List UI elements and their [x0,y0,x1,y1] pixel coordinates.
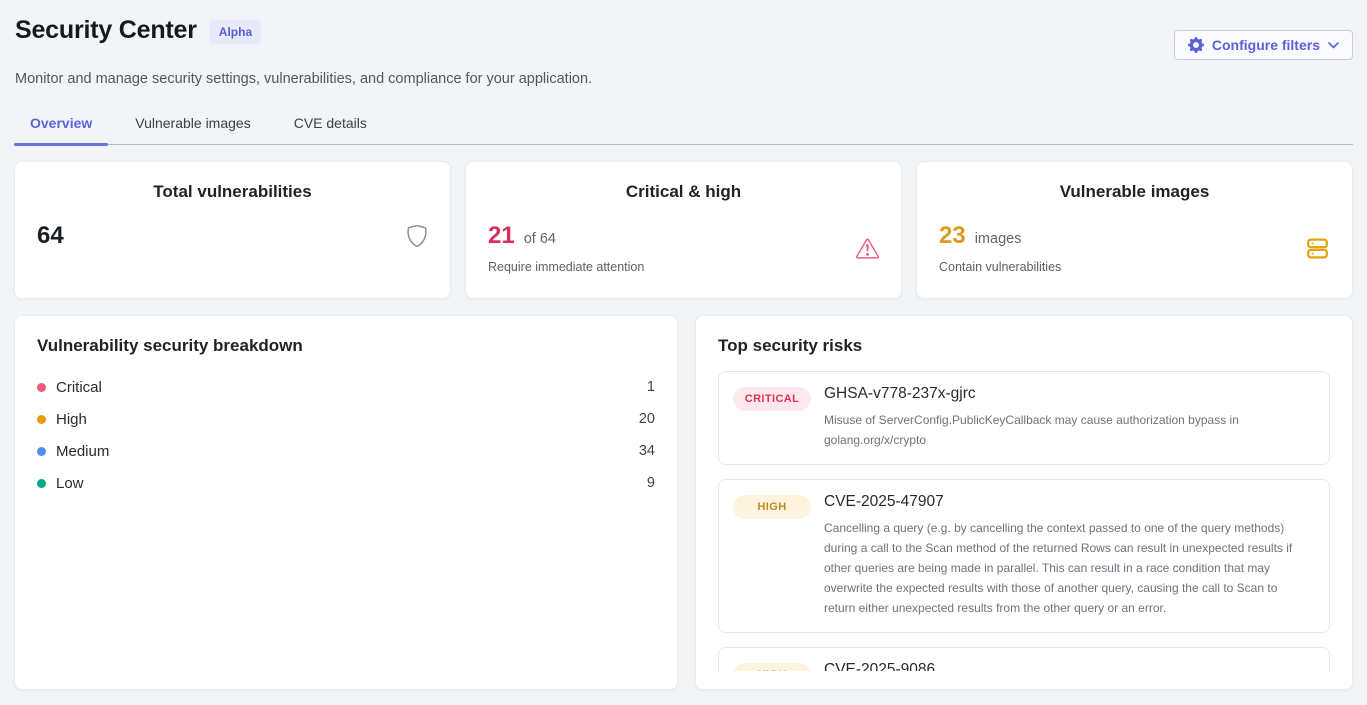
critical-high-subtext: Require immediate attention [488,260,644,274]
configure-filters-button[interactable]: Configure filters [1174,30,1353,60]
breakdown-value: 1 [647,379,655,395]
critical-high-suffix: of 64 [524,231,556,247]
stat-card-title: Critical & high [488,182,879,202]
vulnerable-images-subtext: Contain vulnerabilities [939,260,1061,274]
severity-badge-high: HIGH [733,663,811,671]
risk-id: GHSA-v778-237x-gjrc [824,385,1296,403]
severity-badge-high: HIGH [733,495,811,519]
risk-description: Misuse of ServerConfig.PublicKeyCallback… [824,410,1296,450]
breakdown-title: Vulnerability security breakdown [37,336,655,356]
shield-icon [406,225,428,247]
warning-triangle-icon [856,237,879,260]
stat-card-critical-high: Critical & high 21 of 64 Require immedia… [465,161,902,299]
vulnerability-breakdown-panel: Vulnerability security breakdown Critica… [14,315,678,690]
risk-list: CRITICAL GHSA-v778-237x-gjrc Misuse of S… [718,371,1330,671]
tab-bar: Overview Vulnerable images CVE details [14,105,1353,145]
total-vulnerabilities-value: 64 [37,222,64,250]
breakdown-label: High [56,411,87,428]
panel-row: Vulnerability security breakdown Critica… [14,315,1353,690]
breakdown-row-medium: Medium 34 [37,435,655,467]
critical-high-value: 21 [488,222,515,250]
gear-icon [1188,37,1204,53]
breakdown-row-low: Low 9 [37,467,655,499]
alpha-badge: Alpha [210,20,261,44]
risk-id: CVE-2025-9086 [824,661,935,671]
tab-cve-details[interactable]: CVE details [278,105,383,144]
stat-card-row: Total vulnerabilities 64 Critical & high… [14,161,1353,299]
risk-id: CVE-2025-47907 [824,493,1296,511]
security-center-page: Security Center Alpha Configure filters … [0,0,1367,690]
breakdown-row-high: High 20 [37,403,655,435]
medium-dot-icon [37,447,46,456]
breakdown-value: 34 [639,443,655,459]
stat-card-title: Vulnerable images [939,182,1330,202]
page-subtitle: Monitor and manage security settings, vu… [14,71,1353,87]
high-dot-icon [37,415,46,424]
stat-card-title: Total vulnerabilities [37,182,428,202]
breakdown-value: 9 [647,475,655,491]
top-security-risks-panel: Top security risks CRITICAL GHSA-v778-23… [695,315,1353,690]
breakdown-label: Critical [56,379,102,396]
risk-item-cve-2025-47907[interactable]: HIGH CVE-2025-47907 Cancelling a query (… [718,479,1330,633]
low-dot-icon [37,479,46,488]
stat-card-total-vulnerabilities: Total vulnerabilities 64 [14,161,451,299]
severity-badge-critical: CRITICAL [733,387,811,411]
breakdown-value: 20 [639,411,655,427]
configure-filters-label: Configure filters [1212,37,1320,53]
risk-description: Cancelling a query (e.g. by cancelling t… [824,518,1296,618]
critical-dot-icon [37,383,46,392]
top-risks-title: Top security risks [718,336,1330,356]
tab-overview[interactable]: Overview [14,105,108,144]
page-title: Security Center [15,16,197,45]
risk-item-cve-2025-9086[interactable]: HIGH CVE-2025-9086 [718,647,1330,671]
vulnerable-images-suffix: images [975,231,1022,247]
breakdown-list: Critical 1 High 20 Medium 34 Low 9 [37,371,655,499]
risk-item-ghsa-v778-237x-gjrc[interactable]: CRITICAL GHSA-v778-237x-gjrc Misuse of S… [718,371,1330,465]
chevron-down-icon [1328,42,1339,49]
breakdown-label: Low [56,475,84,492]
stat-card-vulnerable-images: Vulnerable images 23 images Contain vuln… [916,161,1353,299]
title-wrap: Security Center Alpha [14,16,261,45]
tab-vulnerable-images[interactable]: Vulnerable images [119,105,266,144]
breakdown-label: Medium [56,443,109,460]
image-stack-icon [1305,236,1330,261]
page-header: Security Center Alpha Configure filters [14,16,1353,60]
breakdown-row-critical: Critical 1 [37,371,655,403]
vulnerable-images-value: 23 [939,222,966,250]
